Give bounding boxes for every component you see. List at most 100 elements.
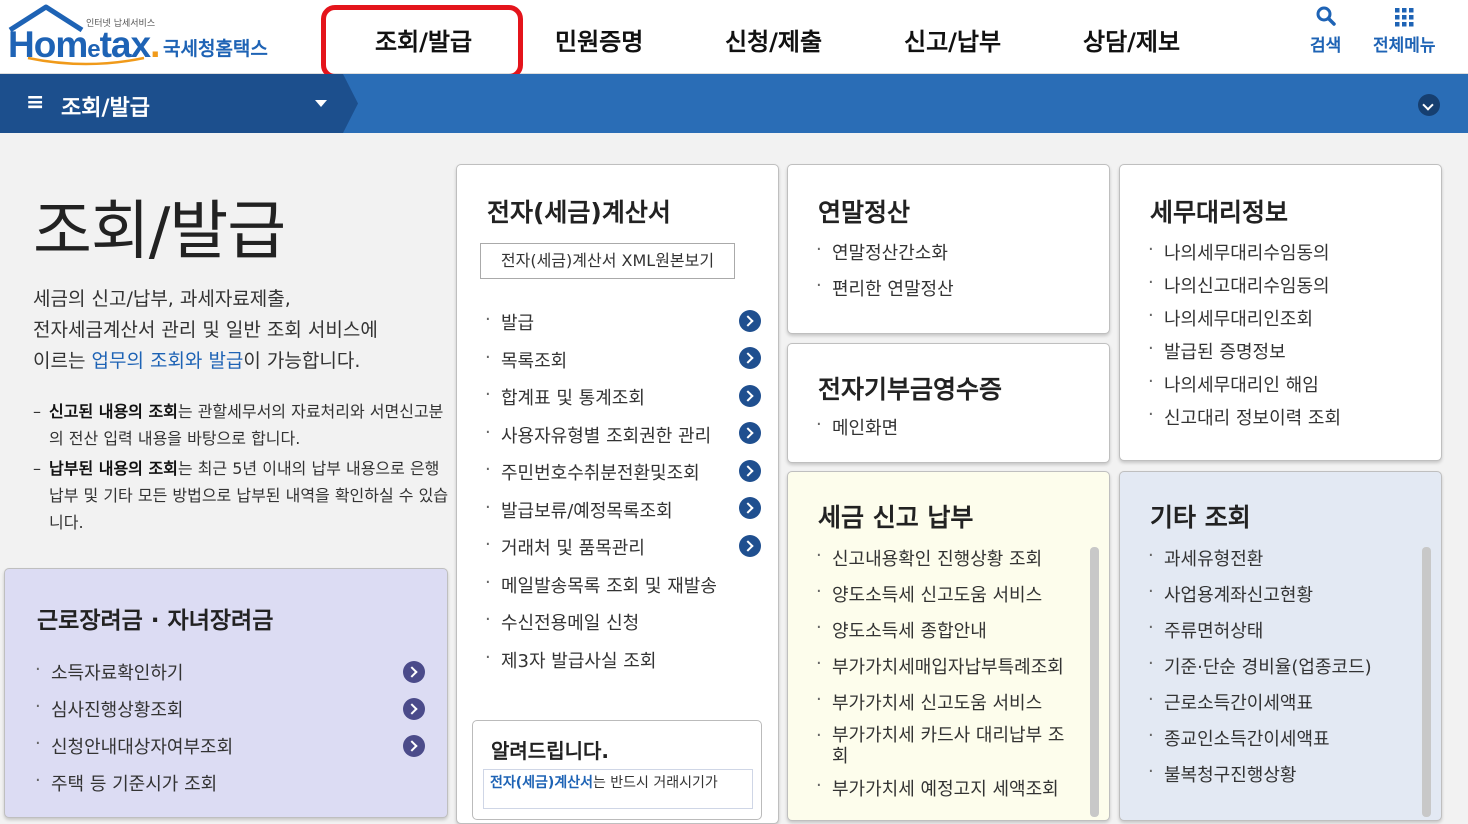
- arrow-right-icon[interactable]: [403, 660, 425, 683]
- description-highlight: 업무의 조회와 발급: [91, 350, 244, 372]
- notes-list: – 신고된 내용의 조회는 관할세무서의 자료처리와 서면신고분의 전산 입력 내…: [33, 398, 453, 539]
- hometax-logo[interactable]: 인터넷 납세서비스 Hometax. 국세청홈택스: [6, 4, 276, 66]
- list-item[interactable]: · 사용자유형별 조회권한 관리: [485, 422, 761, 460]
- scrollbar[interactable]: [1090, 547, 1099, 817]
- list-item[interactable]: · 거래처 및 품목관리: [485, 534, 761, 572]
- page-description: 세금의 신고/납부, 과세자료제출, 전자세금계산서 관리 및 일반 조회 서비…: [33, 288, 378, 372]
- arrow-right-icon[interactable]: [403, 734, 425, 757]
- agent-list: · 나의세무대리수임동의 · 나의신고대리수임동의 · 나의세무대리인조회 · 발급된 …: [1148, 239, 1428, 437]
- list-item[interactable]: · 수신전용메일 신청: [485, 609, 761, 647]
- list-item[interactable]: · 부가가치세 예정고지 세액조회: [816, 775, 1086, 811]
- list-item[interactable]: · 나의세무대리인 해임: [1148, 371, 1428, 404]
- grid-menu-icon: [1395, 8, 1414, 27]
- card-taxreport: 세금 신고 납부 · 신고내용확인 진행상황 조회 · 양도소득세 신고도움 서비스…: [787, 471, 1110, 821]
- card-title: 세무대리정보: [1150, 198, 1289, 227]
- notice-title: 알려드립니다.: [491, 739, 609, 763]
- card-yearend: 연말정산 · 연말정산간소화 · 편리한 연말정산: [787, 164, 1110, 334]
- list-item[interactable]: · 목록조회: [485, 347, 761, 385]
- section-title[interactable]: 조회/발급: [61, 90, 150, 122]
- list-item[interactable]: · 제3자 발급사실 조회: [485, 647, 761, 685]
- list-item[interactable]: · 사업용계좌신고현황: [1148, 581, 1418, 617]
- card-title: 연말정산: [818, 198, 911, 227]
- list-item[interactable]: · 부가가치세 카드사 대리납부 조회: [816, 725, 1072, 775]
- list-item[interactable]: · 주류면허상태: [1148, 617, 1418, 653]
- list-item[interactable]: · 나의세무대리인조회: [1148, 305, 1428, 338]
- yearend-list: · 연말정산간소화 · 편리한 연말정산: [816, 239, 1096, 311]
- list-item[interactable]: · 신고대리 정보이력 조회: [1148, 404, 1428, 437]
- arrow-right-icon[interactable]: [739, 422, 761, 445]
- list-item[interactable]: · 과세유형전환: [1148, 545, 1418, 581]
- list-item[interactable]: · 양도소득세 종합안내: [816, 617, 1086, 653]
- list-item[interactable]: · 근로소득간이세액표: [1148, 689, 1418, 725]
- list-item[interactable]: · 메일발송목록 조회 및 재발송: [485, 572, 761, 610]
- top-header: 인터넷 납세서비스 Hometax. 국세청홈택스 조회/발급 민원증명 신청/…: [0, 0, 1468, 79]
- notice-message: 전자(세금)계산서는 반드시 거래시기가: [483, 769, 753, 809]
- list-item[interactable]: · 발급된 증명정보: [1148, 338, 1428, 371]
- list-item[interactable]: · 나의세무대리수임동의: [1148, 239, 1428, 272]
- arrow-right-icon[interactable]: [739, 497, 761, 520]
- list-item[interactable]: · 발급: [485, 309, 761, 347]
- card-title: 전자기부금영수증: [818, 375, 1003, 404]
- donation-list: · 메인화면: [816, 414, 1096, 450]
- list-item[interactable]: · 메인화면: [816, 414, 1096, 450]
- search-icon: [1316, 6, 1336, 26]
- note-item: – 납부된 내용의 조회는 최근 5년 이내의 납부 내용으로 은행 납부 및 기…: [33, 459, 449, 532]
- list-item[interactable]: · 편리한 연말정산: [816, 275, 1096, 311]
- search-label: 검색: [1310, 36, 1342, 56]
- arrow-right-icon[interactable]: [739, 459, 761, 482]
- einvoice-list: · 발급 · 목록조회 · 합계표 및 통계조회 · 사용자유형별 조회권한 관리 · 주…: [485, 309, 761, 684]
- nav-apply-submit[interactable]: 신청/제출: [725, 22, 822, 57]
- scrollbar[interactable]: [1422, 547, 1431, 817]
- list-item[interactable]: · 종교인소득간이세액표: [1148, 725, 1418, 761]
- list-item[interactable]: · 신고내용확인 진행상황 조회: [816, 545, 1086, 581]
- list-item[interactable]: · 부가가치세매입자납부특례조회: [816, 653, 1086, 689]
- note-item: – 신고된 내용의 조회는 관할세무서의 자료처리와 서면신고분의 전산 입력 내…: [33, 402, 444, 448]
- page-title: 조회/발급: [33, 195, 286, 269]
- list-item[interactable]: · 불복청구진행상황: [1148, 761, 1418, 797]
- card-title: 근로장려금 · 자녀장려금: [37, 608, 274, 634]
- nav-civil-certificate[interactable]: 민원증명: [555, 22, 643, 57]
- list-item[interactable]: · 합계표 및 통계조회: [485, 384, 761, 422]
- arrow-right-icon[interactable]: [739, 309, 761, 332]
- other-list: · 과세유형전환 · 사업용계좌신고현황 · 주류면허상태 · 기준·단순 경비율(업종…: [1148, 545, 1418, 797]
- card-title: 세금 신고 납부: [818, 503, 974, 532]
- expand-chevron-icon[interactable]: [1418, 94, 1440, 116]
- card-einvoice: 전자(세금)계산서 전자(세금)계산서 XML원본보기 · 발급 · 목록조회 · 합…: [456, 164, 779, 824]
- logo-korean-name: 국세청홈택스: [163, 38, 268, 60]
- list-item[interactable]: · 주택 등 기준시가 조회: [35, 770, 425, 807]
- card-agent: 세무대리정보 · 나의세무대리수임동의 · 나의신고대리수임동의 · 나의세무대리인조…: [1119, 164, 1442, 461]
- taxreport-list: · 신고내용확인 진행상황 조회 · 양도소득세 신고도움 서비스 · 양도소득세 종…: [816, 545, 1086, 811]
- nav-highlight-box: [321, 5, 523, 79]
- card-subsidy: 근로장려금 · 자녀장려금 · 소득자료확인하기 · 심사진행상황조회 · 신청안내대…: [4, 568, 448, 818]
- hamburger-icon[interactable]: ≡: [26, 90, 44, 115]
- list-item[interactable]: · 발급보류/예정목록조회: [485, 497, 761, 535]
- section-bar: ≡ 조회/발급: [0, 74, 1468, 133]
- search-button[interactable]: 검색: [1310, 5, 1341, 56]
- list-item[interactable]: · 소득자료확인하기: [35, 659, 425, 696]
- list-item[interactable]: · 연말정산간소화: [816, 239, 1096, 275]
- list-item[interactable]: · 부가가치세 신고도움 서비스: [816, 689, 1086, 725]
- all-menu-label: 전체메뉴: [1373, 36, 1436, 56]
- card-donation: 전자기부금영수증 · 메인화면: [787, 343, 1110, 463]
- arrow-right-icon[interactable]: [739, 384, 761, 407]
- logo-swoosh-icon: [27, 56, 145, 66]
- all-menu-button[interactable]: 전체메뉴: [1373, 5, 1436, 56]
- nav-report-pay[interactable]: 신고/납부: [904, 22, 1001, 57]
- xml-original-view-button[interactable]: 전자(세금)계산서 XML원본보기: [480, 243, 735, 279]
- arrow-right-icon[interactable]: [739, 347, 761, 370]
- subsidy-list: · 소득자료확인하기 · 심사진행상황조회 · 신청안내대상자여부조회 · 주택 등 기…: [35, 659, 425, 807]
- list-item[interactable]: · 기준·단순 경비율(업종코드): [1148, 653, 1418, 689]
- list-item[interactable]: · 양도소득세 신고도움 서비스: [816, 581, 1086, 617]
- arrow-right-icon[interactable]: [403, 697, 425, 720]
- dropdown-caret-icon[interactable]: [315, 100, 327, 107]
- nav-consult-report[interactable]: 상담/제보: [1083, 22, 1180, 57]
- section-bar-tab-shape: [0, 74, 358, 133]
- card-title: 전자(세금)계산서: [487, 198, 671, 227]
- list-item[interactable]: · 나의신고대리수임동의: [1148, 272, 1428, 305]
- list-item[interactable]: · 주민번호수취분전환및조회: [485, 459, 761, 497]
- arrow-right-icon[interactable]: [739, 534, 761, 557]
- card-other: 기타 조회 · 과세유형전환 · 사업용계좌신고현황 · 주류면허상태 · 기준·단순 …: [1119, 471, 1442, 821]
- list-item[interactable]: · 심사진행상황조회: [35, 696, 425, 733]
- list-item[interactable]: · 신청안내대상자여부조회: [35, 733, 425, 770]
- notice-box: 알려드립니다. 전자(세금)계산서는 반드시 거래시기가: [472, 720, 762, 820]
